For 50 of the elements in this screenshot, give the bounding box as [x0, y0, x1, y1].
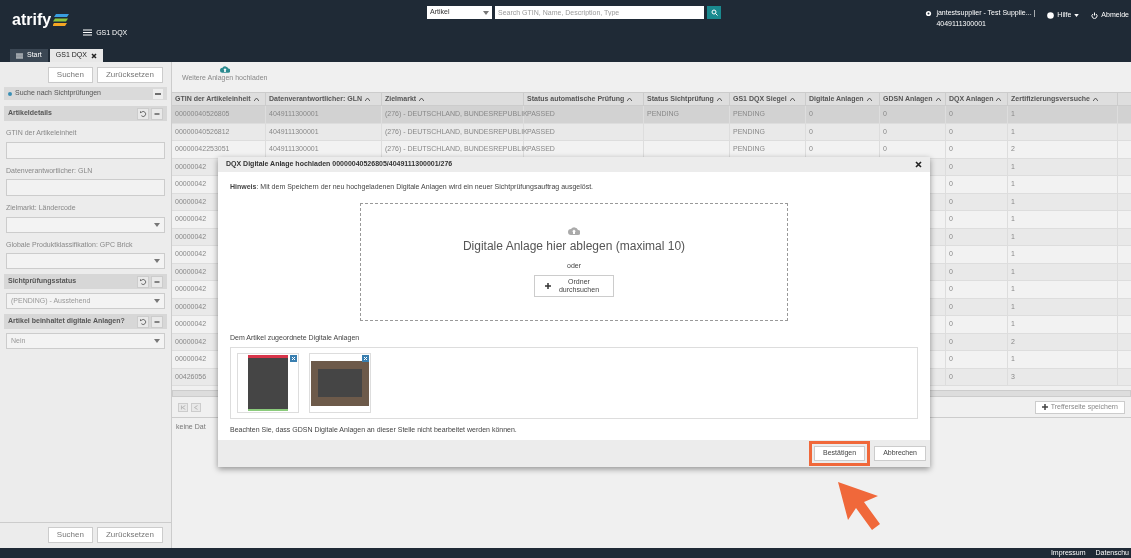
select-field[interactable] [6, 216, 165, 233]
sort-icon [1092, 97, 1098, 101]
power-icon [1091, 11, 1099, 19]
gear-icon[interactable] [925, 10, 933, 17]
photo-placeholder [311, 360, 369, 406]
input-field[interactable] [6, 141, 165, 159]
logo-stripes-icon [53, 14, 70, 26]
help-icon [1047, 11, 1055, 19]
sort-icon [253, 97, 259, 101]
select-field[interactable] [6, 253, 165, 269]
caret-icon [154, 259, 160, 263]
sort-icon [935, 97, 941, 101]
search-icon [710, 9, 718, 16]
plus-icon [1041, 404, 1048, 410]
collapse-icon[interactable] [151, 107, 163, 120]
collapse-icon[interactable] [151, 275, 163, 288]
sort-icon [364, 97, 370, 101]
sort-icon [789, 97, 795, 101]
menu-icon [16, 52, 23, 59]
sidebar-button[interactable]: Zurücksetzen [96, 527, 163, 543]
caret-icon [154, 339, 160, 343]
sort-icon [627, 97, 633, 101]
drop-text: Digitale Anlage hier ablegen (maximal 10) [462, 238, 686, 256]
sidebar-button[interactable]: Suchen [47, 67, 93, 83]
caret-icon [483, 10, 489, 15]
caret-icon [154, 222, 160, 227]
dot-icon [8, 91, 12, 96]
caret-icon [1074, 13, 1080, 17]
upload-cloud-icon [568, 226, 580, 236]
sidebar-button[interactable]: Suchen [47, 527, 93, 543]
upload-cloud-icon [219, 65, 230, 73]
close-icon[interactable] [90, 52, 97, 59]
sort-icon [866, 97, 872, 101]
reset-icon[interactable] [137, 107, 149, 120]
plus-icon [545, 282, 551, 289]
reset-icon[interactable] [137, 315, 149, 328]
sort-icon [716, 97, 722, 101]
menu-icon[interactable] [83, 29, 93, 37]
search-button[interactable] [707, 6, 721, 19]
photo-placeholder [248, 355, 288, 411]
input-field[interactable] [6, 179, 165, 196]
logo-text: atrify [12, 10, 52, 30]
sidebar-button[interactable]: Zurücksetzen [96, 67, 163, 83]
sort-icon [419, 97, 425, 101]
close-icon[interactable] [915, 161, 922, 168]
reset-icon[interactable] [137, 275, 149, 288]
sort-icon [996, 97, 1002, 101]
collapse-icon[interactable] [151, 315, 163, 328]
caret-icon [154, 299, 160, 303]
collapse-icon[interactable] [153, 88, 163, 99]
